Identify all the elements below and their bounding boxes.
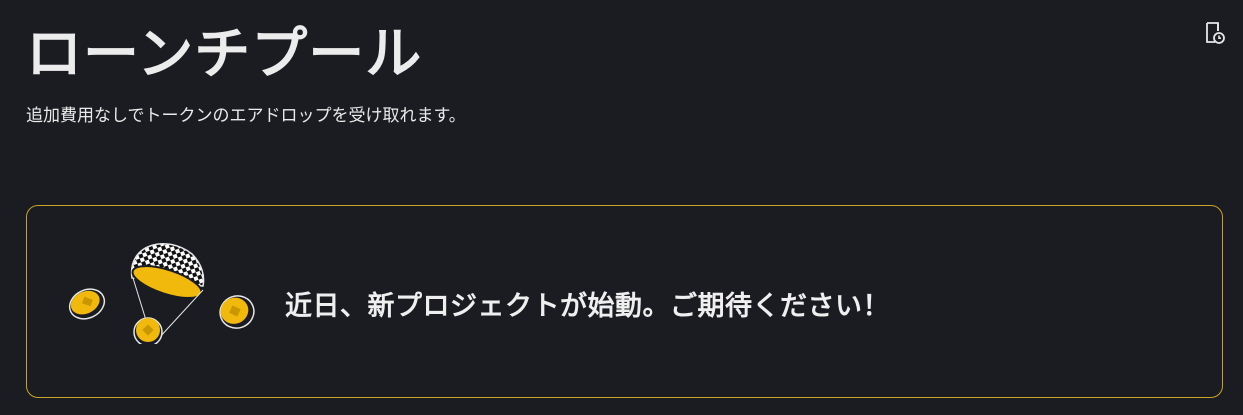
page-title: ローンチプール	[26, 22, 423, 87]
history-button[interactable]	[1202, 20, 1228, 46]
launchpool-page: ローンチプール 追加費用なしでトークンのエアドロップを受け取れます。 近日、新プ…	[0, 0, 1243, 415]
parachute-coins-icon	[68, 243, 255, 344]
coming-soon-message: 近日、新プロジェクトが始動。ご期待ください！	[285, 291, 890, 322]
page-subtitle: 追加費用なしでトークンのエアドロップを受け取れます。	[26, 106, 466, 126]
history-document-icon	[1206, 22, 1225, 44]
coming-soon-banner: 近日、新プロジェクトが始動。ご期待ください！	[26, 205, 1223, 398]
